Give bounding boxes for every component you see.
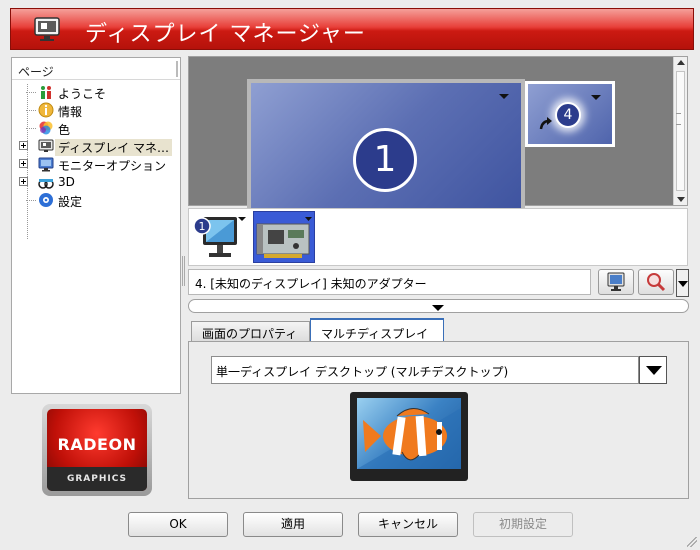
logo-brand: RADEON <box>57 435 137 454</box>
window-title: ディスプレイ マネージャー <box>85 22 366 47</box>
tree-item-welcome[interactable]: ようこそ <box>12 83 180 101</box>
graphics-card-icon <box>256 217 312 258</box>
window-resize-grip[interactable] <box>687 537 697 547</box>
clownfish-image <box>357 408 461 469</box>
device-menu-dropdown[interactable] <box>676 269 689 297</box>
device-strip: 1 <box>188 208 688 266</box>
monitor-1-dropdown-icon[interactable] <box>238 217 246 221</box>
display-manager-app-icon <box>34 17 60 41</box>
tree-item-label: 3D <box>58 175 75 189</box>
display-1-dropdown-icon[interactable] <box>499 94 509 99</box>
monitor-options-icon <box>38 157 54 172</box>
tree-item-monitor-options[interactable]: モニターオプション <box>12 155 180 173</box>
splitter-handle[interactable] <box>182 256 185 286</box>
tree-item-info[interactable]: 情報 <box>12 101 180 119</box>
display-properties-button[interactable] <box>598 269 634 295</box>
expand-icon[interactable] <box>19 141 28 150</box>
tree-item-display-manager[interactable]: ディスプレイ マネ… <box>12 137 180 156</box>
monitor-1-badge-number: 1 <box>199 220 206 233</box>
tab-multi-display[interactable]: マルチディスプレイ <box>310 318 444 342</box>
settings-icon <box>39 193 53 207</box>
tree-item-color[interactable]: 色 <box>12 119 180 137</box>
display-4-number: 4 <box>555 102 581 128</box>
collapse-toggle[interactable] <box>188 299 689 313</box>
curved-arrow-icon <box>539 117 552 130</box>
tab-screen-properties[interactable]: 画面のプロパティ <box>191 321 310 342</box>
tree-item-label: モニターオプション <box>58 159 167 173</box>
multi-display-panel: 単一ディスプレイ デスクトップ (マルチデスクトップ) <box>188 341 689 499</box>
logo-subtitle: GRAPHICS <box>66 474 127 484</box>
color-icon <box>39 121 53 135</box>
monitor-settings-icon <box>607 272 625 291</box>
tree-item-3d[interactable]: 3D <box>12 173 180 191</box>
tree-header: ページ <box>12 58 180 80</box>
scroll-down-icon[interactable] <box>677 197 685 202</box>
tree-item-label: 情報 <box>58 105 83 119</box>
display-4-dropdown-icon[interactable] <box>591 95 601 100</box>
desktop-mode-select[interactable]: 単一ディスプレイ デスクトップ (マルチデスクトップ) <box>211 356 639 384</box>
tree-header-grip[interactable] <box>176 61 178 77</box>
display-manager-icon <box>38 139 54 152</box>
scroll-thumb[interactable] <box>676 71 685 191</box>
desktop-mode-dropdown-icon[interactable] <box>639 356 667 384</box>
tree-item-label: 色 <box>58 123 71 137</box>
cancel-button[interactable]: キャンセル <box>358 512 458 537</box>
tree-item-label: 設定 <box>58 195 83 209</box>
welcome-icon <box>41 86 51 99</box>
selected-device-label: 4. [未知のディスプレイ] 未知のアダプター <box>188 269 591 295</box>
defaults-button[interactable]: 初期設定 <box>473 512 573 537</box>
scroll-up-icon[interactable] <box>677 60 685 65</box>
monitor-1-device[interactable]: 1 <box>193 211 247 263</box>
expand-icon[interactable] <box>19 177 28 186</box>
title-bar: ディスプレイ マネージャー <box>10 8 694 50</box>
display-arrangement[interactable]: 1 4 <box>188 56 688 209</box>
display-4-tile[interactable]: 4 <box>525 81 615 147</box>
apply-button[interactable]: 適用 <box>243 512 343 537</box>
display-1-number: 1 <box>353 128 417 192</box>
tree-item-label: ディスプレイ マネ… <box>55 139 172 156</box>
expand-icon[interactable] <box>19 159 28 168</box>
tree-item-settings[interactable]: 設定 <box>12 191 180 209</box>
collapse-arrow-icon <box>432 305 444 311</box>
ok-button[interactable]: OK <box>128 512 228 537</box>
display-1-tile[interactable]: 1 <box>247 79 525 209</box>
clownfish-monitor-preview <box>350 392 468 481</box>
identify-display-button[interactable] <box>638 269 674 295</box>
magnifier-icon <box>647 273 666 292</box>
graphics-adapter-device[interactable] <box>253 211 315 263</box>
radeon-logo: RADEON GRAPHICS <box>42 404 152 496</box>
3d-icon <box>38 179 54 189</box>
arrangement-scrollbar[interactable] <box>673 57 687 205</box>
tree-item-label: ようこそ <box>58 87 107 101</box>
info-icon <box>38 102 54 118</box>
page-tree[interactable]: ページ ようこそ 情報 色 ディスプレイ マネ… モニターオプション 3D 設定 <box>11 57 181 394</box>
